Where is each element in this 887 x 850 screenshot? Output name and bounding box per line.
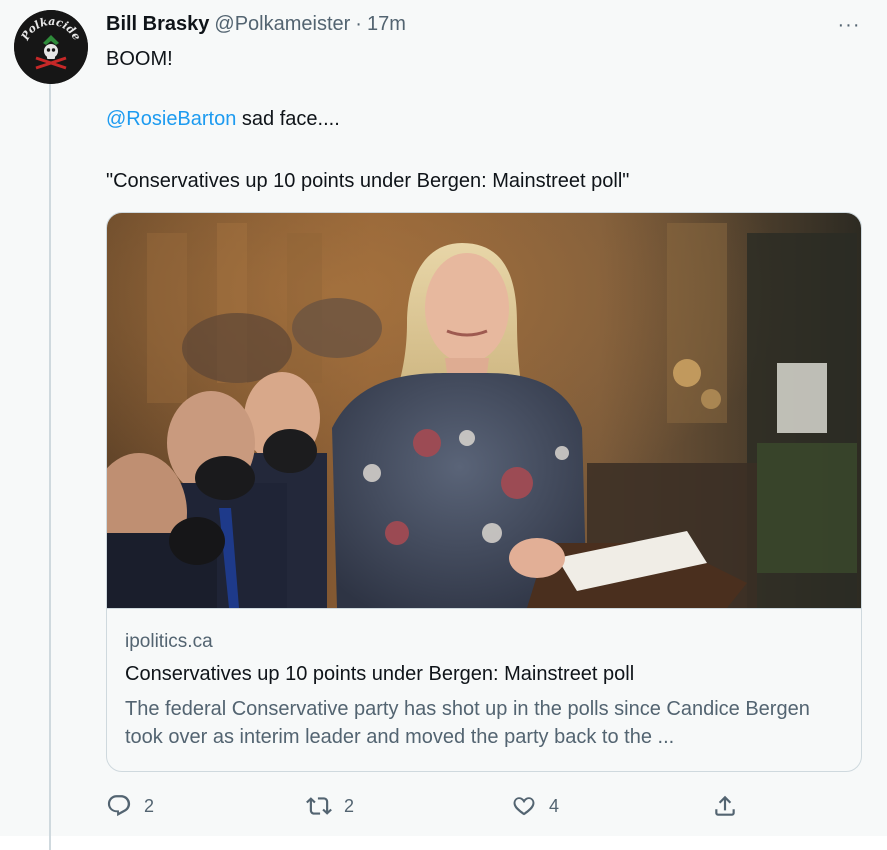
retweet-count: 2 <box>344 795 355 816</box>
tweet-text-line-1: BOOM! <box>106 48 173 70</box>
timestamp[interactable]: 17m <box>367 13 406 36</box>
more-icon: ··· <box>837 13 861 36</box>
tweet-header: Bill Brasky @Polkameister · 17m <box>106 13 406 39</box>
like-count: 4 <box>549 795 560 816</box>
card-divider <box>107 608 861 609</box>
card-title: Conservatives up 10 points under Bergen:… <box>125 663 635 685</box>
reply-count: 2 <box>144 795 155 816</box>
card-description: The federal Conservative party has shot … <box>125 698 810 748</box>
mention-link[interactable]: @RosieBarton <box>106 108 236 130</box>
tweet-text-line-2-rest: sad face.... <box>236 108 340 130</box>
like-button[interactable]: 4 <box>511 790 559 822</box>
avatar-logo-icon: Polkacide <box>14 10 88 84</box>
card-domain: ipolitics.ca <box>125 631 213 652</box>
reply-icon <box>107 795 131 817</box>
share-button[interactable] <box>712 790 738 822</box>
next-tweet-edge <box>0 836 887 850</box>
user-handle[interactable]: @Polkameister <box>214 13 350 36</box>
card-image <box>107 213 861 608</box>
more-options-button[interactable]: ··· <box>834 12 864 38</box>
retweet-icon <box>306 797 332 815</box>
display-name[interactable]: Bill Brasky <box>106 13 209 36</box>
share-icon <box>715 795 735 816</box>
thread-line <box>49 82 51 850</box>
separator-dot: · <box>355 13 362 35</box>
reply-button[interactable]: 2 <box>106 790 154 822</box>
tweet-actions: 2 2 4 <box>104 790 864 822</box>
retweet-button[interactable]: 2 <box>306 790 354 822</box>
avatar[interactable]: Polkacide <box>14 10 88 84</box>
tweet-text-line-3: "Conservatives up 10 points under Bergen… <box>106 170 630 192</box>
tweet-text-line-2: @RosieBarton sad face.... <box>106 106 340 132</box>
link-preview-card[interactable]: ipolitics.ca Conservatives up 10 points … <box>106 212 862 772</box>
like-icon <box>513 797 535 816</box>
